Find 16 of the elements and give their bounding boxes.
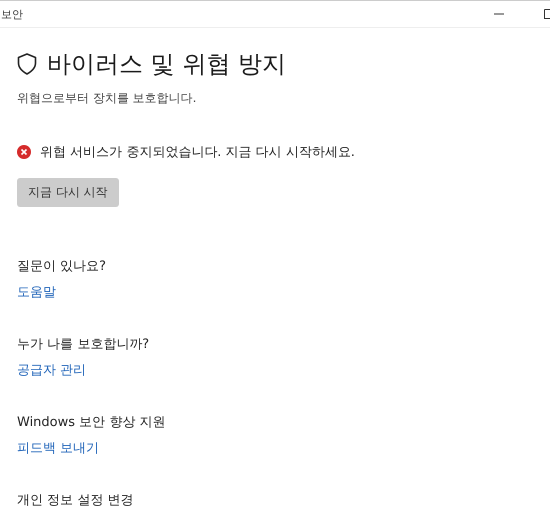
section-link[interactable]: 공급자 관리: [17, 361, 86, 379]
section-heading: 누가 나를 보호합니까?: [17, 336, 150, 353]
maximize-icon[interactable]: [544, 9, 550, 19]
section-heading: 질문이 있나요?: [17, 258, 106, 275]
alert-message: 위협 서비스가 중지되었습니다. 지금 다시 시작하세요.: [40, 144, 355, 161]
section-heading: 개인 정보 설정 변경: [17, 492, 134, 509]
page-title: 바이러스 및 위협 방지: [47, 49, 286, 80]
minimize-icon[interactable]: [494, 13, 504, 15]
window-title: 보안: [1, 6, 23, 22]
section-link[interactable]: 피드백 보내기: [17, 439, 100, 457]
section-link[interactable]: 도움말: [17, 283, 56, 301]
section-heading: Windows 보안 향상 지원: [17, 414, 166, 431]
shield-icon: [17, 53, 37, 75]
restart-button[interactable]: 지금 다시 시작: [17, 178, 119, 207]
error-icon: [17, 145, 31, 159]
page-subtitle: 위협으로부터 장치를 보호합니다.: [17, 90, 198, 107]
